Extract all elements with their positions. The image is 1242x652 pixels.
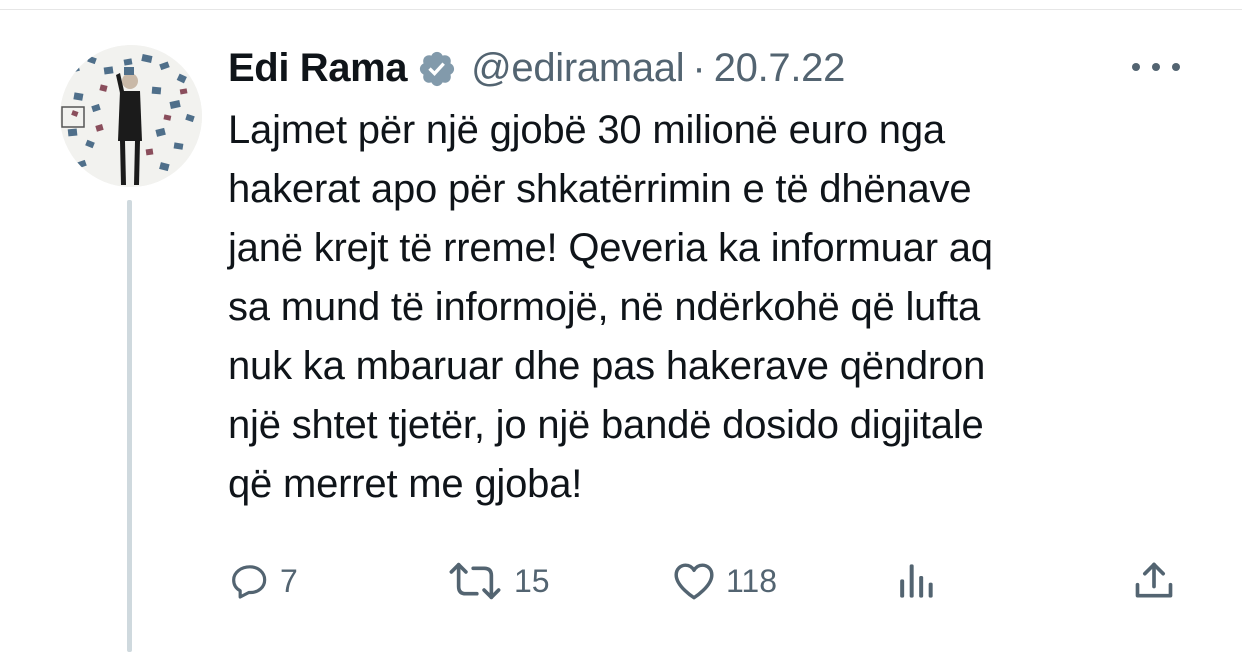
tweet-text-line: nuk ka mbaruar dhe pas hakerave qëndron bbox=[228, 344, 986, 388]
like-button[interactable]: 118 bbox=[672, 555, 777, 607]
tweet-text-line: sa mund të informojë, në ndërkohë që luf… bbox=[228, 285, 981, 329]
avatar[interactable] bbox=[60, 45, 202, 187]
tweet-header: Edi Rama @ediramaal · 20.7.22 bbox=[228, 40, 845, 96]
verified-badge-icon bbox=[417, 49, 457, 89]
reply-count: 7 bbox=[280, 562, 298, 599]
tweet-text-line: që merret me gjoba! bbox=[228, 462, 583, 506]
analytics-icon bbox=[896, 561, 936, 601]
tweet-text-line: Lajmet për një gjobë 30 milionë euro nga bbox=[228, 108, 945, 152]
retweet-icon bbox=[446, 561, 504, 601]
share-icon bbox=[1132, 559, 1176, 603]
reply-button[interactable]: 7 bbox=[230, 555, 298, 607]
separator: · bbox=[692, 45, 706, 90]
share-button[interactable] bbox=[1132, 555, 1176, 607]
reply-icon bbox=[230, 561, 270, 601]
avatar-image bbox=[60, 45, 202, 187]
thread-line bbox=[127, 200, 132, 652]
tweet-text-line: hakerat apo për shkatërrimin e të dhënav… bbox=[228, 167, 972, 211]
tweet-date[interactable]: 20.7.22 bbox=[714, 46, 846, 91]
views-button[interactable] bbox=[896, 555, 936, 607]
like-count: 118 bbox=[726, 562, 778, 599]
retweet-count: 15 bbox=[514, 562, 550, 599]
tweet-text-line: janë krejt të rreme! Qeveria ka informua… bbox=[228, 226, 993, 270]
tweet-text: Lajmet për një gjobë 30 milionë euro nga… bbox=[228, 101, 1228, 514]
more-horizontal-icon[interactable] bbox=[1132, 54, 1180, 80]
tweet-text-line: një shtet tjetër, jo një bandë dosido di… bbox=[228, 403, 984, 447]
retweet-button[interactable]: 15 bbox=[446, 555, 550, 607]
top-divider bbox=[0, 9, 1242, 10]
author-name[interactable]: Edi Rama bbox=[228, 46, 407, 91]
heart-icon bbox=[672, 561, 716, 601]
author-handle[interactable]: @ediramaal bbox=[471, 46, 685, 91]
